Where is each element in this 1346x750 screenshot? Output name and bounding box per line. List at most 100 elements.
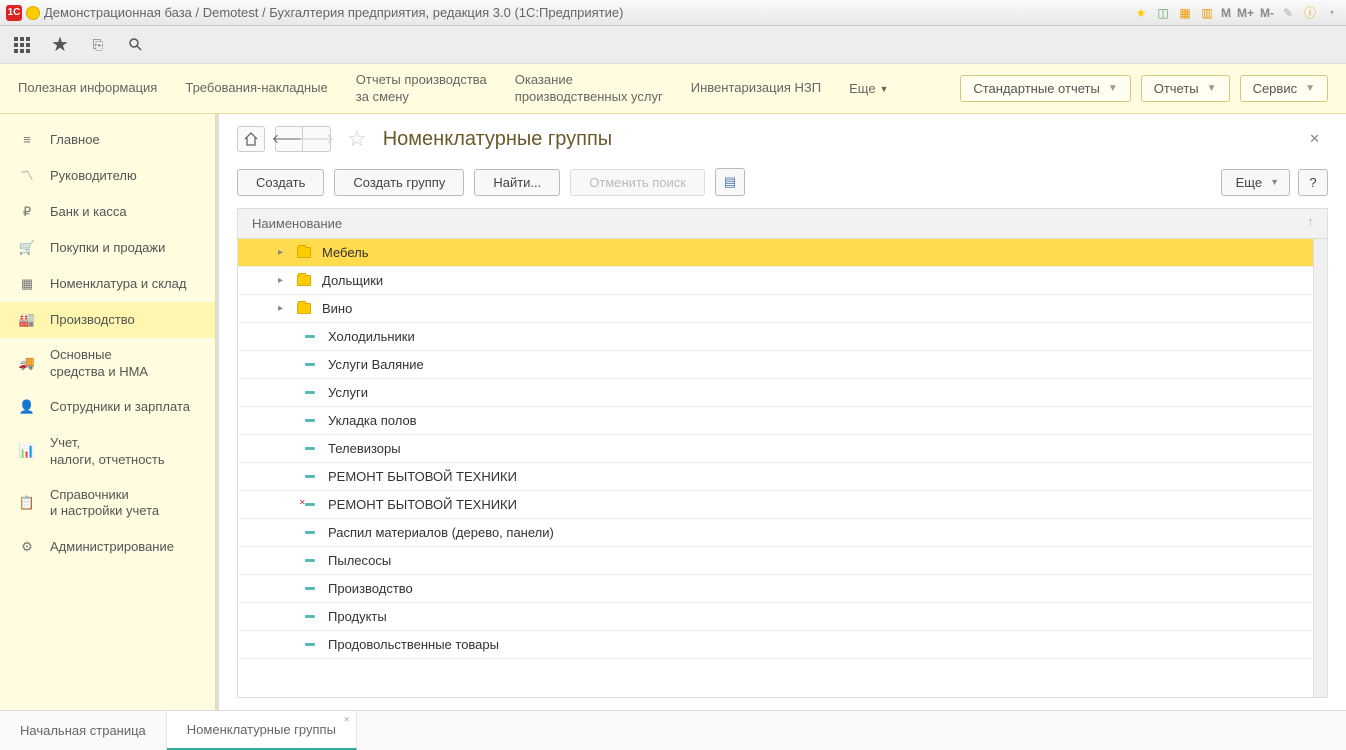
sidebar-icon: 🚚: [18, 355, 36, 373]
apps-grid-icon[interactable]: [12, 35, 32, 55]
item-icon: [302, 559, 318, 562]
info-icon[interactable]: ⓘ: [1302, 5, 1318, 21]
item-icon: [302, 503, 318, 506]
search-icon[interactable]: [126, 35, 146, 55]
sidebar-label: Банк и касса: [50, 204, 127, 221]
item-row[interactable]: Телевизоры: [238, 435, 1313, 463]
sidebar-item[interactable]: 📊Учет, налоги, отчетность: [0, 426, 215, 478]
sidebar-icon: 🛒: [18, 239, 36, 257]
row-label: Телевизоры: [328, 441, 401, 456]
forward-button[interactable]: 🡒: [303, 126, 331, 152]
navigation-sidebar: ≡Главное〽Руководителю ₽ Банк и касса 🛒 Покуп…: [0, 114, 216, 710]
home-button[interactable]: [237, 126, 265, 152]
item-row[interactable]: Услуги Валяние: [238, 351, 1313, 379]
mem-m-button[interactable]: M: [1221, 6, 1231, 20]
item-icon: [302, 363, 318, 366]
mem-mminus-button[interactable]: M-: [1260, 6, 1274, 20]
item-row[interactable]: Услуги: [238, 379, 1313, 407]
section-link[interactable]: Требования-накладные: [185, 80, 327, 97]
sidebar-item[interactable]: 👤Сотрудники и зарплата: [0, 390, 215, 426]
scrollbar[interactable]: [1313, 239, 1327, 697]
tab-label: Начальная страница: [20, 723, 146, 738]
item-icon: [302, 419, 318, 422]
more-actions-button[interactable]: Еще▼: [1221, 169, 1290, 196]
section-link[interactable]: Отчеты производства за смену: [356, 72, 487, 106]
sidebar-item[interactable]: 📋 Справочники и настройки учета: [0, 478, 215, 530]
sidebar-item[interactable]: 🏭 Производство: [0, 302, 215, 338]
item-row[interactable]: Продовольственные товары: [238, 631, 1313, 659]
expand-icon[interactable]: ▸: [278, 275, 290, 286]
service-button[interactable]: Сервис▼: [1240, 75, 1328, 102]
sidebar-icon: ₽: [18, 203, 36, 221]
sidebar-label: Производство: [50, 312, 135, 329]
tab[interactable]: Номенклатурные группы✕: [167, 711, 357, 750]
favorite-icon[interactable]: ★: [1133, 5, 1149, 21]
item-row[interactable]: Продукты: [238, 603, 1313, 631]
star-icon[interactable]: ★: [50, 35, 70, 55]
sidebar-item[interactable]: 🚚Основные средства и НМА: [0, 338, 215, 390]
section-link[interactable]: Инвентаризация НЗП: [691, 80, 821, 97]
item-icon: [302, 643, 318, 646]
sidebar-label: Справочники и настройки учета: [50, 487, 159, 521]
sidebar-item[interactable]: ≡Главное: [0, 122, 215, 158]
create-group-button[interactable]: Создать группу: [334, 169, 464, 196]
clipboard-icon[interactable]: ⎘: [88, 35, 108, 55]
find-button[interactable]: Найти...: [474, 169, 560, 196]
item-row[interactable]: Распил материалов (дерево, панели): [238, 519, 1313, 547]
list-mode-button[interactable]: ▤: [715, 168, 745, 196]
folder-row[interactable]: ▸Вино: [238, 295, 1313, 323]
section-toolbar: Полезная информация Требования-накладные…: [0, 64, 1346, 114]
sidebar-item[interactable]: ▦Номенклатура и склад: [0, 266, 215, 302]
sidebar-icon: 📋: [18, 494, 36, 512]
sidebar-item[interactable]: ₽ Банк и касса: [0, 194, 215, 230]
sidebar-item[interactable]: 🛒 Покупки и продажи: [0, 230, 215, 266]
folder-row[interactable]: ▸Дольщики: [238, 267, 1313, 295]
list-body[interactable]: ▸ Мебель ▸Дольщики▸ВиноХолодильникиУслуги …: [238, 239, 1313, 697]
item-row[interactable]: РЕМОНТ БЫТОВОЙ ТЕХНИКИ: [238, 463, 1313, 491]
sidebar-icon: 🏭: [18, 311, 36, 329]
sidebar-label: Администрирование: [50, 539, 174, 556]
section-link[interactable]: Оказание производственных услуг: [515, 72, 663, 106]
section-more[interactable]: Еще▼: [849, 81, 888, 96]
sidebar-label: Покупки и продажи: [50, 240, 165, 257]
section-link[interactable]: Полезная информация: [18, 80, 157, 97]
item-row[interactable]: Холодильники: [238, 323, 1313, 351]
folder-icon: [296, 303, 312, 314]
item-icon: [302, 391, 318, 394]
window-title: Демонстрационная база / Demotest / Бухга…: [44, 5, 623, 20]
sidebar-item[interactable]: 〽Руководителю: [0, 158, 215, 194]
item-icon: [302, 335, 318, 338]
dropdown-icon[interactable]: [26, 6, 40, 20]
dropdown-small-icon[interactable]: ▾: [1324, 5, 1340, 21]
sidebar-icon: ⚙: [18, 538, 36, 556]
row-label: Мебель: [322, 245, 369, 260]
sidebar-item[interactable]: ⚙ Администрирование: [0, 529, 215, 565]
sidebar-label: Учет, налоги, отчетность: [50, 435, 165, 469]
app-logo-icon: 1C: [6, 5, 22, 21]
tools-icon[interactable]: ✎: [1280, 5, 1296, 21]
sidebar-icon: ▦: [18, 275, 36, 293]
close-page-button[interactable]: ✕: [1301, 127, 1328, 151]
favorite-page-icon[interactable]: ☆: [347, 126, 367, 152]
row-label: Укладка полов: [328, 413, 417, 428]
tab[interactable]: Начальная страница: [0, 711, 167, 750]
item-row[interactable]: Пылесосы: [238, 547, 1313, 575]
item-row[interactable]: РЕМОНТ БЫТОВОЙ ТЕХНИКИ: [238, 491, 1313, 519]
tab-close-icon[interactable]: ✕: [343, 715, 350, 724]
calc-icon[interactable]: ▦: [1177, 5, 1193, 21]
help-button[interactable]: ?: [1298, 169, 1328, 196]
standard-reports-button[interactable]: Стандартные отчеты▼: [960, 75, 1130, 102]
sidebar-icon: ≡: [18, 131, 36, 149]
item-row[interactable]: Производство: [238, 575, 1313, 603]
create-button[interactable]: Создать: [237, 169, 324, 196]
reports-button[interactable]: Отчеты▼: [1141, 75, 1230, 102]
item-row[interactable]: Укладка полов: [238, 407, 1313, 435]
sidebar-icon: 👤: [18, 399, 36, 417]
list-header[interactable]: Наименование ↑: [238, 209, 1327, 239]
expand-icon[interactable]: ▸: [278, 303, 290, 314]
expand-icon[interactable]: ▸: [278, 247, 290, 258]
calendar-icon[interactable]: ▥: [1199, 5, 1215, 21]
mem-mplus-button[interactable]: M+: [1237, 6, 1254, 20]
folder-row[interactable]: ▸ Мебель: [238, 239, 1313, 267]
history-icon[interactable]: ◫: [1155, 5, 1171, 21]
